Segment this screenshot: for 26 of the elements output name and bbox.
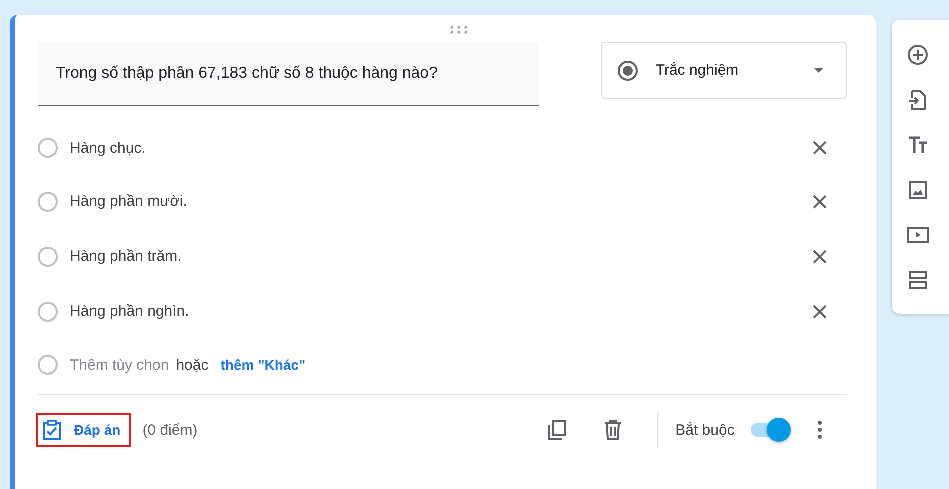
clipboard-check-icon bbox=[42, 419, 62, 441]
radio-button[interactable] bbox=[38, 246, 58, 266]
question-type-dropdown[interactable]: Trắc nghiệm bbox=[600, 42, 847, 99]
radio-button[interactable] bbox=[38, 302, 58, 322]
separator-text: hoặc bbox=[176, 356, 209, 374]
more-options-icon[interactable] bbox=[816, 420, 823, 440]
points-text: (0 điểm) bbox=[142, 422, 198, 438]
close-icon[interactable] bbox=[812, 194, 827, 208]
option-label[interactable]: Hàng phần mười. bbox=[70, 193, 813, 210]
question-field[interactable]: Trong số thập phân 67,183 chữ số 8 thuộc hàng nào? bbox=[38, 42, 539, 106]
drag-handle-icon[interactable] bbox=[450, 26, 468, 34]
close-icon[interactable] bbox=[812, 250, 827, 264]
caret-icon bbox=[814, 68, 824, 73]
add-icon[interactable] bbox=[906, 42, 930, 66]
add-option-field[interactable]: Thêm tùy chọn bbox=[70, 356, 170, 374]
option-label[interactable]: Hàng phần trăm. bbox=[70, 248, 813, 265]
option-label[interactable]: Hàng chục. bbox=[70, 140, 813, 156]
option-label[interactable]: Hàng phần nghìn. bbox=[70, 303, 813, 320]
required-label: Bắt buộc bbox=[676, 422, 735, 438]
answer-key-button[interactable]: Đáp án bbox=[36, 413, 131, 447]
add-other-link[interactable]: thêm "Khác" bbox=[220, 357, 306, 373]
radio-button-icon bbox=[616, 58, 640, 82]
radio-button[interactable] bbox=[38, 192, 58, 212]
close-icon[interactable] bbox=[812, 304, 827, 318]
close-icon[interactable] bbox=[812, 141, 827, 155]
radio-button[interactable] bbox=[38, 138, 58, 158]
